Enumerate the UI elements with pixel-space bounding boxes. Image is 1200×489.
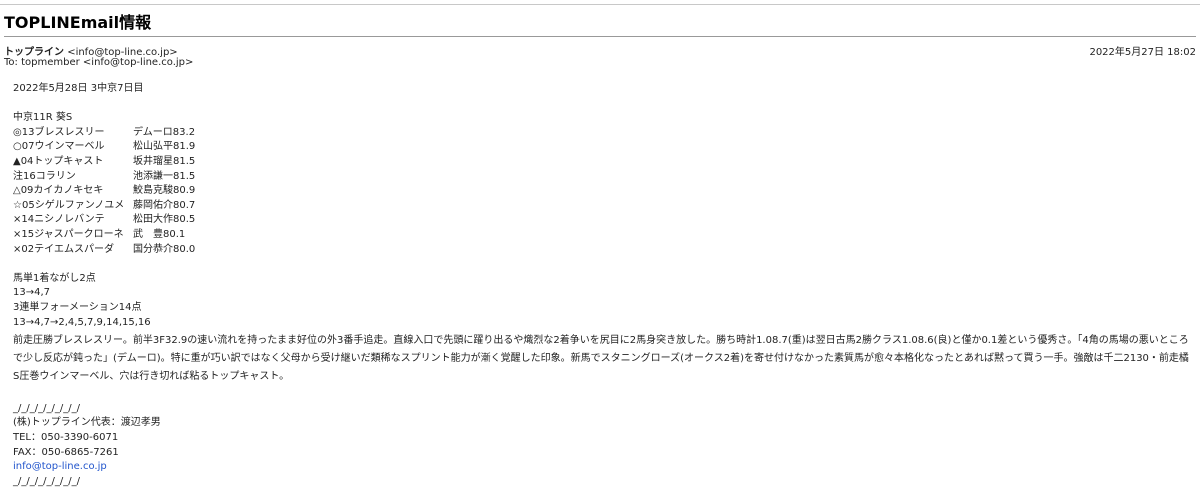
jockey-rating: 鮫島克駿80.9 [133, 185, 196, 197]
jockey-rating: 藤岡佑介80.7 [133, 199, 196, 211]
horse-name: ×15ジャスパークローネ [13, 228, 124, 240]
from-line: トップライン <info@top-line.co.jp> [4, 43, 178, 58]
jockey-rating: 武 豊80.1 [133, 228, 186, 240]
to-label: To: [4, 57, 18, 68]
signature-email-link[interactable]: info@top-line.co.jp [13, 461, 107, 472]
to-value[interactable]: topmember <info@top-line.co.jp> [21, 57, 193, 68]
horse-name: ×14ニシノレバンテ [13, 214, 105, 226]
horse-row: ×15ジャスパークローネ武 豊80.1 [13, 228, 1195, 243]
race-title: 中京11R 葵S [13, 112, 73, 124]
bet1-title: 馬単1着ながし2点 [13, 272, 96, 284]
bet2-title: 3連単フォーメーション14点 [13, 301, 142, 313]
horse-row: ▲04トップキャスト 坂井瑠星81.5 [13, 155, 1195, 170]
email-subject: TOPLINEmail情報 [4, 13, 152, 32]
jockey-rating: 松田大作80.5 [133, 214, 196, 226]
horse-row: ☆05シゲルファンノユメ 藤岡佑介80.7 [13, 199, 1195, 214]
signature-fax: FAX：050-6865-7261 [13, 446, 119, 458]
subject-divider [4, 36, 1196, 37]
horse-row: △09カイカノキセキ 鮫島克駿80.9 [13, 184, 1195, 199]
jockey-rating: 松山弘平81.9 [133, 141, 196, 153]
jockey-rating: 坂井瑠星81.5 [133, 155, 196, 167]
horse-row: ◎13ブレスレスリー デムーロ83.2 [13, 126, 1195, 141]
jockey-rating: デムーロ83.2 [133, 126, 196, 138]
horse-name: ▲04トップキャスト [13, 155, 104, 167]
horse-row: 注16コラリン 池添謙一81.5 [13, 170, 1195, 185]
horse-name: ◎13ブレスレスリー [13, 126, 105, 138]
email-body: 2022年5月28日 3中京7日目 中京11R 葵S ◎13ブレスレスリー デムー… [13, 82, 1195, 489]
signature-line-bottom: _/_/_/_/_/_/_/_/ [13, 475, 80, 487]
signature-line-top: _/_/_/_/_/_/_/_/ [13, 402, 80, 414]
bet2-detail: 13→4,7→2,4,5,7,9,14,15,16 [13, 316, 151, 328]
email-date: 2022年5月27日 18:02 [1089, 47, 1196, 58]
horse-row: ○07ウインマーベル 松山弘平81.9 [13, 140, 1195, 155]
horse-name: ☆05シゲルファンノユメ [13, 199, 125, 211]
signature-company: (株)トップライン代表：渡辺孝男 [13, 417, 161, 429]
horse-row: ×14ニシノレバンテ 松田大作80.5 [13, 213, 1195, 228]
to-line: To: topmember <info@top-line.co.jp> [4, 57, 193, 68]
horse-name: 注16コラリン [13, 170, 76, 182]
race-date: 2022年5月28日 3中京7日目 [13, 83, 144, 94]
horse-name: △09カイカノキセキ [13, 185, 104, 197]
top-border [0, 4, 1200, 5]
horse-row: ×02テイエムスパーダ 国分恭介80.0 [13, 243, 1195, 258]
horse-name: ×02テイエムスパーダ [13, 243, 115, 255]
bet1-detail: 13→4,7 [13, 287, 51, 299]
signature-tel: TEL：050-3390-6071 [13, 431, 119, 443]
race-comment: 前走圧勝ブレスレスリー。前半3F32.9の速い流れを持ったまま好位の外3番手追走… [13, 335, 1189, 382]
horse-name: ○07ウインマーベル [13, 141, 105, 153]
jockey-rating: 池添謙一81.5 [133, 170, 196, 182]
jockey-rating: 国分恭介80.0 [133, 243, 196, 255]
